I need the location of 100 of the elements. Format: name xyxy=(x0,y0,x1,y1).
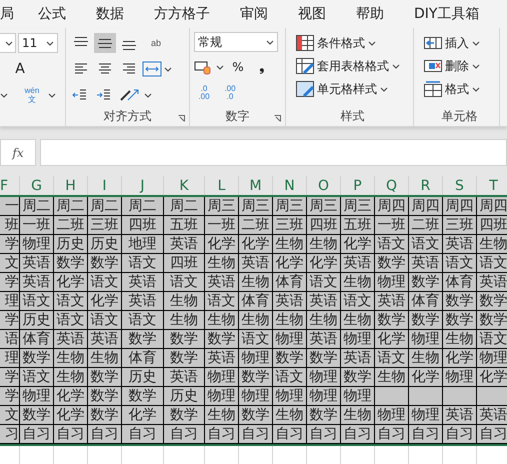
table-cell: 英语 xyxy=(341,254,375,273)
table-cell: 物理 xyxy=(375,406,409,425)
decrease-decimal-button[interactable]: .00 .0 xyxy=(220,83,240,103)
cells-button[interactable]: 格式 xyxy=(424,78,495,100)
column-header[interactable]: G xyxy=(20,176,54,195)
percent-button[interactable]: % xyxy=(228,56,248,78)
column-header[interactable]: I xyxy=(88,176,122,195)
chevron-down-icon xyxy=(0,92,8,98)
column-header[interactable]: R xyxy=(409,176,443,195)
table-cell: 四班 xyxy=(164,254,205,273)
table-cell: 体育 xyxy=(20,330,54,349)
table-cell: 体育 xyxy=(122,349,164,368)
table-cell: 周四 xyxy=(409,197,443,216)
table-cell: 数学 xyxy=(88,406,122,425)
table-cell: 化学 xyxy=(375,330,409,349)
column-header[interactable]: P xyxy=(341,176,375,195)
table-cell: 生物 xyxy=(54,368,88,387)
insert-function-button[interactable]: fx xyxy=(0,139,36,166)
text-orientation-icon[interactable] xyxy=(118,87,140,103)
chevron-down-icon xyxy=(48,92,56,98)
table-cell: 数学 xyxy=(375,254,409,273)
column-header[interactable]: N xyxy=(273,176,307,195)
table-cell: 语文 xyxy=(375,349,409,368)
dialog-launcher-icon[interactable] xyxy=(178,115,185,122)
table-cell: 英语 xyxy=(477,273,507,292)
table-cell: 物理 xyxy=(205,368,239,387)
column-header[interactable]: O xyxy=(307,176,341,195)
table-cell: 化学 xyxy=(239,235,273,254)
table-cell: 化学 xyxy=(443,349,477,368)
table-cell: 历史 xyxy=(88,235,122,254)
table-cell: 英语 xyxy=(164,368,205,387)
font-size-dropdown[interactable]: 11 xyxy=(18,33,58,53)
chevron-down-icon xyxy=(216,64,224,70)
table-cell: 物理 xyxy=(341,330,375,349)
ribbon-tab[interactable]: DIY工具箱 xyxy=(414,5,480,23)
styles-button[interactable]: 条件格式 xyxy=(296,32,409,54)
table-cell: 物理 xyxy=(273,387,307,406)
comma-button[interactable]: ❟ xyxy=(252,56,272,78)
table-cell: 生物 xyxy=(307,235,341,254)
font-name-dropdown[interactable] xyxy=(0,33,16,53)
cells-button[interactable]: 删除 xyxy=(424,55,495,77)
increase-font-button[interactable]: A xyxy=(10,58,30,80)
table-cell: 语 xyxy=(0,330,20,349)
table-cell: 数学 xyxy=(375,311,409,330)
table-cell: 数学 xyxy=(273,349,307,368)
table-cell: 英语 xyxy=(477,406,507,425)
table-cell: 化学 xyxy=(54,387,88,406)
ribbon-tab[interactable]: 帮助 xyxy=(356,5,384,23)
column-header[interactable]: F xyxy=(0,176,20,195)
table-cell: 英语 xyxy=(341,349,375,368)
merge-center-icon[interactable] xyxy=(142,61,162,77)
table-cell: 生物 xyxy=(409,349,443,368)
table-cell: 体育 xyxy=(273,273,307,292)
table-cell: 物理 xyxy=(375,273,409,292)
column-header[interactable]: H xyxy=(54,176,88,195)
phonetic-button[interactable]: wén 文 xyxy=(20,85,44,105)
table-cell: 数学 xyxy=(341,368,375,387)
currency-icon[interactable] xyxy=(194,59,212,75)
ribbon-tab[interactable]: 审阅 xyxy=(240,5,268,23)
table-cell: 语文 xyxy=(375,235,409,254)
table-cell: 物理 xyxy=(239,387,273,406)
column-header[interactable]: T xyxy=(477,176,507,195)
wrap-text-button[interactable]: ab xyxy=(144,33,168,53)
column-header[interactable]: S xyxy=(443,176,477,195)
column-header[interactable]: M xyxy=(239,176,273,195)
table-cell: 周四 xyxy=(477,197,507,216)
table-cell: 英语 xyxy=(122,292,164,311)
column-header[interactable]: Q xyxy=(375,176,409,195)
ribbon-tab[interactable]: 局 xyxy=(0,5,14,23)
ribbon-tab[interactable]: 方方格子 xyxy=(154,5,210,23)
table-cell: 体育 xyxy=(239,292,273,311)
chevron-down-icon xyxy=(472,64,480,68)
ribbon-tab[interactable]: 公式 xyxy=(38,5,66,23)
table-cell: 二班 xyxy=(54,216,88,235)
formula-input[interactable] xyxy=(40,139,507,166)
styles-button[interactable]: 单元格样式 xyxy=(296,78,409,100)
dialog-launcher-icon[interactable] xyxy=(274,115,281,122)
table-cell: 三班 xyxy=(273,216,307,235)
ribbon-tab[interactable]: 数据 xyxy=(96,5,124,23)
table-cell: 数学 xyxy=(307,349,341,368)
table-cell: 数学 xyxy=(477,311,507,330)
ribbon-tab[interactable]: 视图 xyxy=(298,5,326,23)
table-cell: 历史 xyxy=(164,387,205,406)
column-header[interactable]: J xyxy=(122,176,164,195)
styles-button[interactable]: 套用表格格式 xyxy=(296,55,409,77)
column-header[interactable]: L xyxy=(205,176,239,195)
table-cell: 化学 xyxy=(54,406,88,425)
format-cells-icon xyxy=(424,81,442,97)
table-cell: 数学 xyxy=(164,330,205,349)
table-cell: 生物 xyxy=(273,406,307,425)
table-cell: 化学 xyxy=(88,292,122,311)
cells-button[interactable]: 插入 xyxy=(424,32,495,54)
table-cell: 语文 xyxy=(409,235,443,254)
table-cell: 物理 xyxy=(205,387,239,406)
vertical-align-button[interactable] xyxy=(94,33,116,53)
increase-decimal-button[interactable]: .0 .00 xyxy=(194,83,214,103)
table-cell: 四班 xyxy=(122,216,164,235)
table-cell: 生物 xyxy=(205,254,239,273)
number-format-dropdown[interactable]: 常规 xyxy=(194,32,278,52)
column-header[interactable]: K xyxy=(164,176,205,195)
